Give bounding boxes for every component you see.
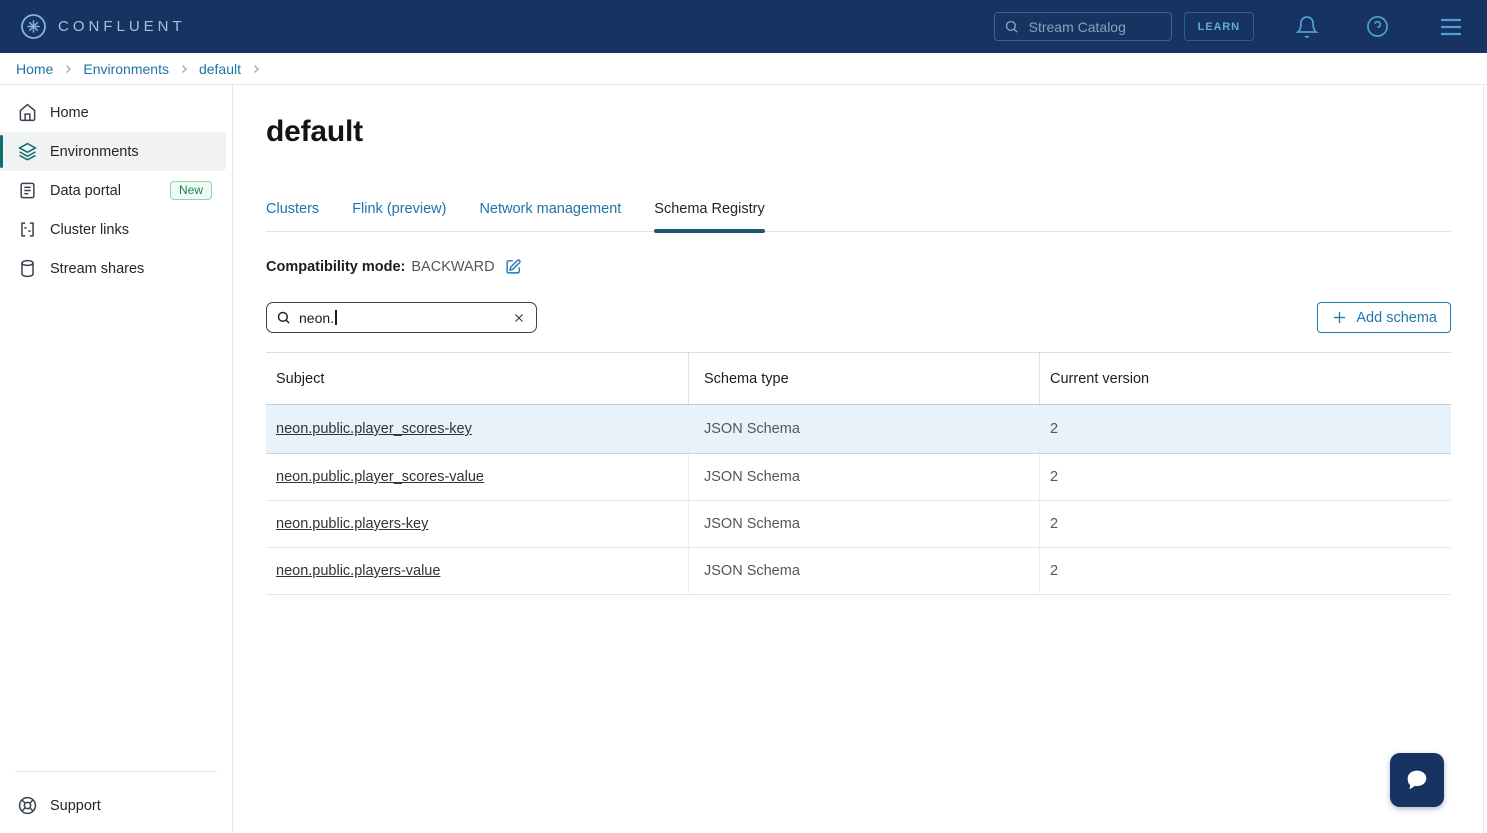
brand-name: CONFLUENT bbox=[58, 18, 186, 35]
schema-type-cell: JSON Schema bbox=[688, 454, 1039, 500]
sidebar-item-stream-shares[interactable]: Stream shares bbox=[0, 249, 226, 288]
table-header-row: Subject Schema type Current version bbox=[266, 353, 1451, 405]
learn-button[interactable]: LEARN bbox=[1184, 12, 1254, 41]
search-input[interactable]: neon. bbox=[266, 302, 537, 333]
subject-link[interactable]: neon.public.player_scores-value bbox=[276, 469, 484, 485]
topbar-actions: LEARN bbox=[994, 12, 1464, 41]
sidebar-item-label: Data portal bbox=[50, 183, 121, 199]
chevron-right-icon bbox=[178, 63, 190, 75]
schema-type-cell: JSON Schema bbox=[688, 548, 1039, 594]
table-toolbar: neon. Add schema bbox=[266, 302, 1451, 333]
confluent-spark-icon bbox=[20, 13, 47, 40]
main-content: default Clusters Flink (preview) Network… bbox=[233, 85, 1487, 833]
add-schema-button[interactable]: Add schema bbox=[1317, 302, 1451, 333]
column-header-schema-type: Schema type bbox=[688, 353, 1039, 404]
sidebar-item-label: Stream shares bbox=[50, 261, 144, 277]
column-header-current-version: Current version bbox=[1039, 353, 1451, 404]
plus-icon bbox=[1331, 309, 1348, 326]
chevron-right-icon bbox=[250, 63, 262, 75]
tab-flink-preview[interactable]: Flink (preview) bbox=[352, 201, 446, 231]
sidebar-item-label: Support bbox=[50, 798, 101, 814]
layers-icon bbox=[18, 142, 37, 161]
edit-icon[interactable] bbox=[505, 258, 522, 275]
tab-clusters[interactable]: Clusters bbox=[266, 201, 319, 231]
sidebar-item-cluster-links[interactable]: Cluster links bbox=[0, 210, 226, 249]
hamburger-menu-icon[interactable] bbox=[1438, 17, 1464, 37]
breadcrumb: Home Environments default bbox=[0, 53, 1487, 85]
sidebar: Home Environments Data portal New Cluste… bbox=[0, 85, 233, 833]
new-badge: New bbox=[170, 181, 212, 200]
table-row[interactable]: neon.public.players-key JSON Schema 2 bbox=[266, 501, 1451, 548]
stream-catalog-search[interactable] bbox=[994, 12, 1172, 41]
breadcrumb-environments[interactable]: Environments bbox=[83, 61, 169, 77]
tab-network-management[interactable]: Network management bbox=[479, 201, 621, 231]
current-version-cell: 2 bbox=[1039, 501, 1451, 547]
table-row[interactable]: neon.public.players-value JSON Schema 2 bbox=[266, 548, 1451, 595]
breadcrumb-home[interactable]: Home bbox=[16, 61, 53, 77]
subject-link[interactable]: neon.public.players-value bbox=[276, 563, 440, 579]
chevron-right-icon bbox=[62, 63, 74, 75]
sidebar-item-environments[interactable]: Environments bbox=[0, 132, 226, 171]
page-title: default bbox=[266, 114, 1451, 149]
home-icon bbox=[18, 103, 37, 122]
divider bbox=[15, 771, 217, 772]
schemas-table: Subject Schema type Current version neon… bbox=[266, 352, 1451, 595]
top-navbar: CONFLUENT LEARN bbox=[0, 0, 1487, 53]
sidebar-footer: Support bbox=[0, 771, 232, 833]
subject-link[interactable]: neon.public.player_scores-key bbox=[276, 421, 472, 437]
sidebar-item-data-portal[interactable]: Data portal New bbox=[0, 171, 226, 210]
confluent-logo[interactable]: CONFLUENT bbox=[20, 13, 186, 40]
compatibility-mode-row: Compatibility mode: BACKWARD bbox=[266, 258, 1451, 275]
life-buoy-icon bbox=[18, 796, 37, 815]
current-version-cell: 2 bbox=[1039, 454, 1451, 500]
compatibility-mode-value: BACKWARD bbox=[411, 259, 494, 275]
clear-search-icon[interactable] bbox=[513, 312, 525, 324]
add-schema-label: Add schema bbox=[1356, 310, 1437, 326]
sidebar-item-label: Home bbox=[50, 105, 89, 121]
search-icon bbox=[276, 310, 291, 325]
search-value: neon. bbox=[299, 310, 334, 326]
search-icon bbox=[1004, 19, 1019, 34]
page-scrollbar-track bbox=[1483, 85, 1484, 833]
help-icon[interactable] bbox=[1366, 15, 1389, 38]
cluster-links-icon bbox=[18, 220, 37, 239]
stream-catalog-input[interactable] bbox=[1027, 18, 1162, 36]
breadcrumb-default[interactable]: default bbox=[199, 61, 241, 77]
chat-bubble-icon bbox=[1403, 766, 1431, 794]
document-icon bbox=[18, 181, 37, 200]
tab-bar: Clusters Flink (preview) Network managem… bbox=[266, 201, 1451, 232]
table-row[interactable]: neon.public.player_scores-value JSON Sch… bbox=[266, 454, 1451, 501]
notifications-bell-icon[interactable] bbox=[1295, 15, 1319, 39]
schema-type-cell: JSON Schema bbox=[688, 501, 1039, 547]
chat-widget-button[interactable] bbox=[1390, 753, 1444, 807]
subject-link[interactable]: neon.public.players-key bbox=[276, 516, 428, 532]
compatibility-mode-label: Compatibility mode: bbox=[266, 259, 405, 275]
sidebar-item-label: Cluster links bbox=[50, 222, 129, 238]
schema-type-cell: JSON Schema bbox=[688, 405, 1039, 453]
current-version-cell: 2 bbox=[1039, 548, 1451, 594]
sidebar-item-support[interactable]: Support bbox=[0, 782, 226, 829]
sidebar-item-home[interactable]: Home bbox=[0, 93, 226, 132]
sidebar-item-label: Environments bbox=[50, 144, 139, 160]
text-cursor bbox=[335, 310, 337, 325]
current-version-cell: 2 bbox=[1039, 405, 1451, 453]
table-row[interactable]: neon.public.player_scores-key JSON Schem… bbox=[266, 404, 1451, 454]
database-icon bbox=[18, 259, 37, 278]
column-header-subject: Subject bbox=[266, 353, 688, 404]
tab-schema-registry[interactable]: Schema Registry bbox=[654, 201, 764, 231]
